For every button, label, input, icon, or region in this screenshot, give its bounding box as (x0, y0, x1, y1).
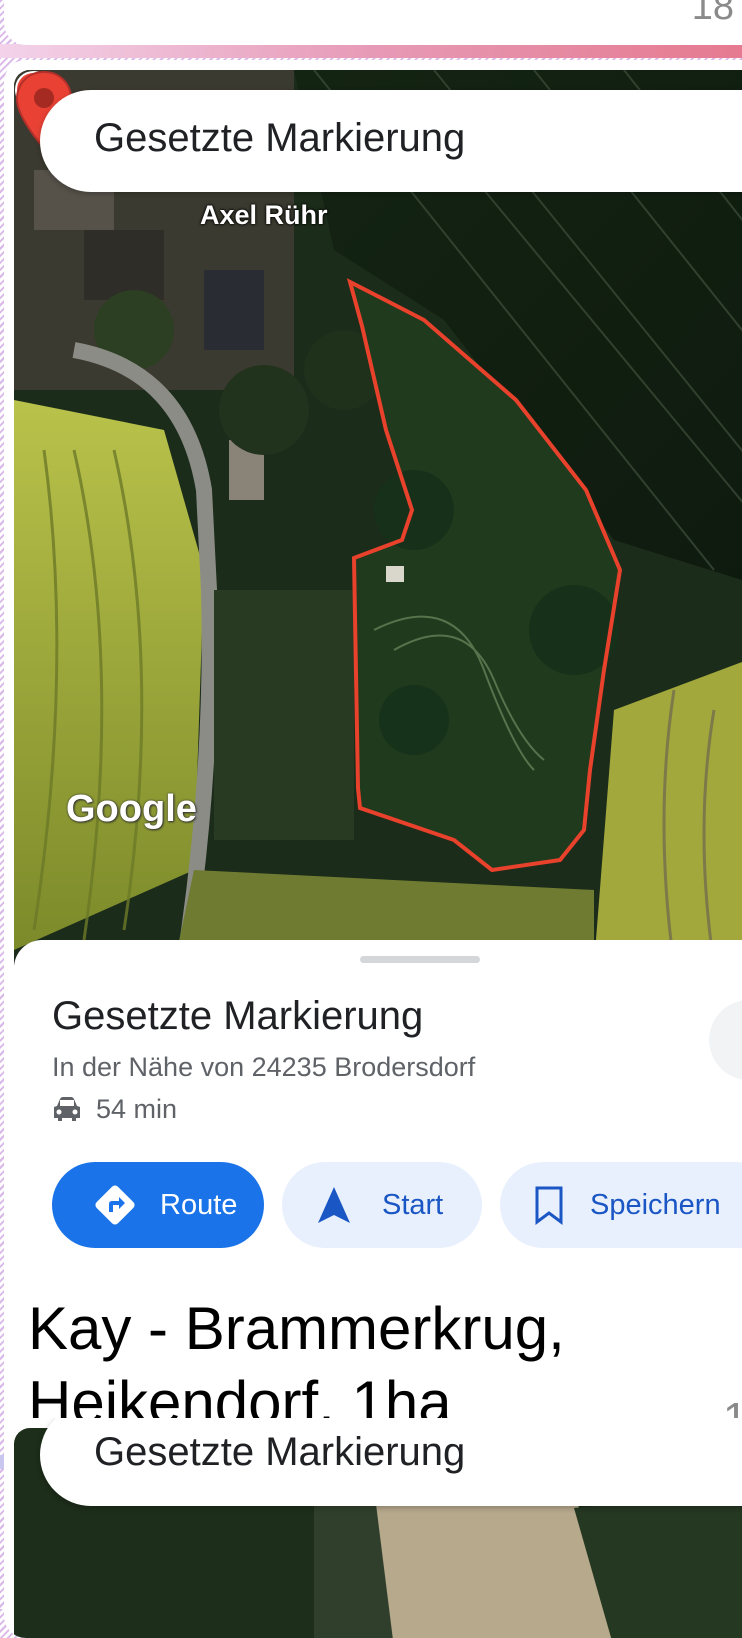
car-icon (54, 1097, 80, 1121)
previous-message-time: 18 (691, 0, 734, 28)
start-button-label: Start (382, 1188, 444, 1221)
route-button-label: Route (160, 1188, 238, 1221)
caption-line-1: Kay - Brammerkrug, (28, 1295, 565, 1362)
start-button[interactable]: Start (282, 1162, 482, 1248)
next-search-bar-title: Gesetzte Markierung (94, 1430, 466, 1474)
save-button-label: Speichern (590, 1188, 721, 1221)
search-bar-title: Gesetzte Markierung (94, 116, 466, 160)
search-bar[interactable]: Gesetzte Markierung (40, 90, 742, 192)
drive-time-row: 54 min (52, 1092, 177, 1126)
route-button[interactable]: Route (52, 1162, 264, 1248)
message-card[interactable]: Axel Rühr Google Gesetzte Markierung Ges… (4, 60, 742, 1462)
directions-icon (95, 1185, 135, 1225)
place-title: Gesetzte Markierung (52, 994, 424, 1038)
close-button[interactable] (709, 1000, 742, 1080)
navigation-arrow-icon (318, 1187, 350, 1223)
save-button[interactable]: Speichern (500, 1162, 742, 1248)
sheet-drag-handle[interactable] (360, 956, 480, 963)
bookmark-icon (535, 1186, 563, 1225)
poi-label[interactable]: Axel Rühr (200, 200, 328, 231)
google-logo: Google (66, 788, 197, 830)
decorative-stripe-top (0, 44, 742, 58)
drive-time: 54 min (96, 1093, 178, 1124)
next-search-bar[interactable]: Gesetzte Markierung (40, 1418, 742, 1506)
next-message-card[interactable]: Gesetzte Markierung (4, 1418, 742, 1638)
place-address: In der Nähe von 24235 Brodersdorf (52, 1052, 476, 1082)
satellite-map[interactable]: Axel Rühr Google (14, 70, 742, 965)
previous-message-card[interactable]: 18 (4, 0, 742, 45)
